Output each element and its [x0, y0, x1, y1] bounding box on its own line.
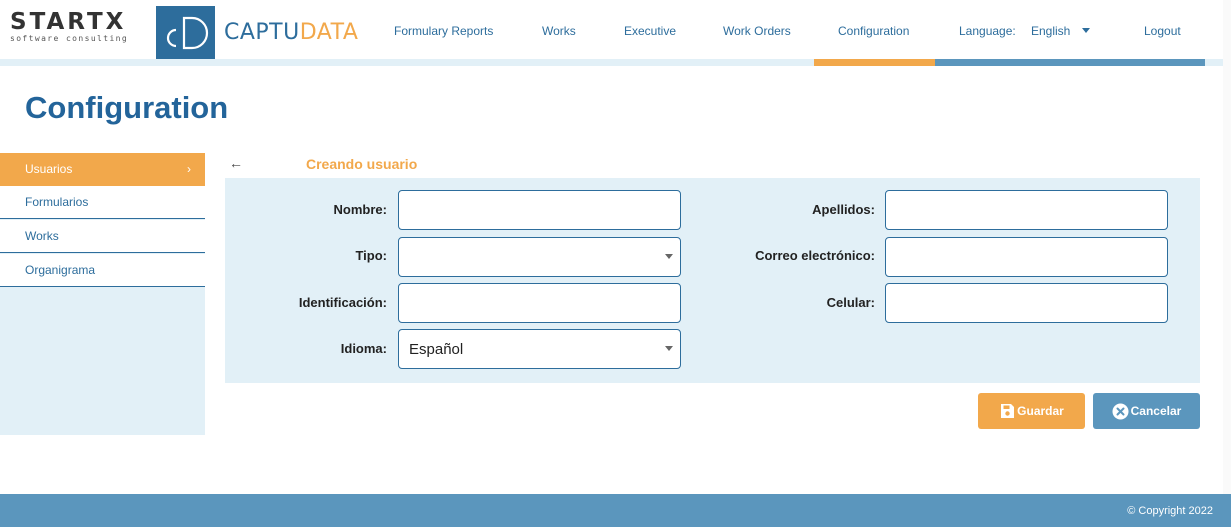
cancel-button[interactable]: Cancelar: [1093, 393, 1200, 429]
tipo-label: Tipo:: [355, 248, 387, 263]
active-nav-indicator: [814, 59, 935, 66]
close-circle-icon: [1112, 403, 1129, 420]
startx-logo: STARTX software consulting: [10, 10, 150, 44]
sidebar-item-label: Organigrama: [25, 263, 96, 277]
idioma-select-value: Español: [409, 341, 464, 358]
identificacion-input[interactable]: [398, 283, 681, 323]
nombre-input[interactable]: [398, 190, 681, 230]
sidebar-item-works[interactable]: Works: [0, 220, 205, 253]
tipo-select[interactable]: [398, 237, 681, 277]
correo-input[interactable]: [885, 237, 1168, 277]
header-underline: [0, 59, 1231, 66]
form-title: Creando usuario: [306, 156, 418, 172]
startx-logo-tagline: software consulting: [10, 34, 129, 43]
apellidos-label: Apellidos:: [812, 202, 875, 217]
cd-logo-icon: [166, 16, 209, 50]
save-button-label: Guardar: [1017, 404, 1064, 418]
idioma-select[interactable]: Español: [398, 329, 681, 369]
celular-input[interactable]: [885, 283, 1168, 323]
sidebar-item-label: Formularios: [25, 195, 89, 209]
sidebar-item-label: Usuarios: [25, 162, 73, 176]
nav-work-orders[interactable]: Work Orders: [723, 24, 791, 38]
chevron-right-icon: ›: [187, 162, 191, 176]
identificacion-label: Identificación:: [298, 295, 387, 310]
sidebar-item-label: Works: [25, 229, 59, 243]
floppy-disk-icon: [999, 403, 1015, 419]
captudata-logo-mark: [156, 6, 215, 60]
save-button[interactable]: Guardar: [978, 393, 1085, 429]
header-accent-bar: [935, 59, 1205, 66]
nav-works[interactable]: Works: [542, 24, 576, 38]
celular-label: Celular:: [826, 295, 875, 310]
cancel-button-label: Cancelar: [1130, 404, 1182, 418]
language-label: Language:: [959, 24, 1016, 38]
nombre-label: Nombre:: [333, 202, 387, 217]
caret-down-icon[interactable]: [1082, 28, 1090, 33]
caret-down-icon: [665, 254, 673, 259]
correo-label: Correo electrónico:: [755, 248, 875, 263]
page-scrollbar[interactable]: [1223, 0, 1231, 494]
page-title: Configuration: [25, 90, 229, 125]
sidebar-item-organigrama[interactable]: Organigrama: [0, 254, 205, 287]
nav-executive[interactable]: Executive: [624, 24, 676, 38]
config-sidebar: Usuarios › Formularios Works Organigrama: [0, 153, 205, 435]
page-footer: © Copyright 2022: [0, 494, 1231, 527]
arrow-left-icon[interactable]: ←: [229, 155, 243, 171]
copyright-text: © Copyright 2022: [1127, 505, 1213, 517]
idioma-label: Idioma:: [340, 341, 387, 356]
top-header: STARTX software consulting CAPTUDATA For…: [0, 0, 1231, 66]
language-select[interactable]: English: [1031, 24, 1070, 38]
startx-logo-word: STARTX: [10, 9, 127, 35]
apellidos-input[interactable]: [885, 190, 1168, 230]
sidebar-item-usuarios[interactable]: Usuarios ›: [0, 153, 205, 186]
caret-down-icon: [665, 346, 673, 351]
logout-link[interactable]: Logout: [1144, 24, 1181, 38]
sidebar-item-formularios[interactable]: Formularios: [0, 186, 205, 219]
captudata-logo-text: CAPTUDATA: [224, 20, 359, 45]
nav-configuration[interactable]: Configuration: [838, 24, 909, 38]
nav-formulary-reports[interactable]: Formulary Reports: [394, 24, 493, 38]
